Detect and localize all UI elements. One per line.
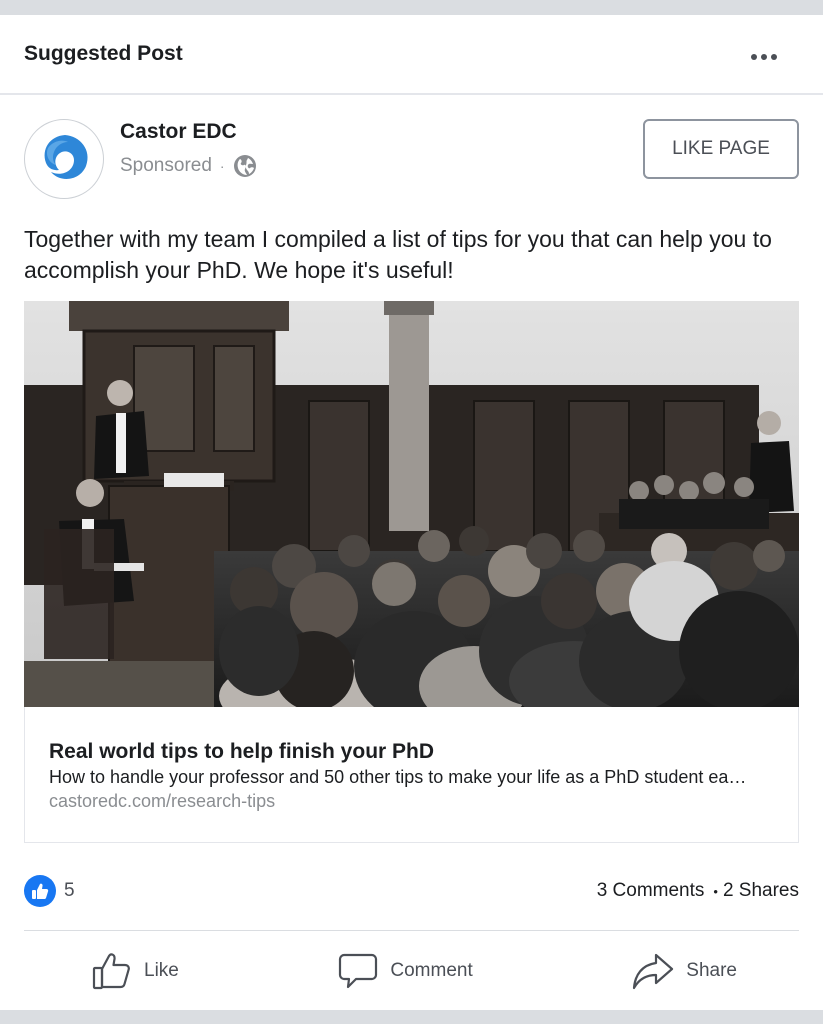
shares-count[interactable]: 2 Shares [723, 880, 799, 902]
like-label: Like [144, 960, 179, 981]
stats-bullet: • [713, 883, 718, 899]
ceremony-photo [24, 301, 799, 707]
share-icon [633, 953, 674, 990]
more-icon [749, 54, 779, 60]
header-title: Suggested Post [24, 42, 183, 65]
meta-separator: · [219, 158, 225, 174]
share-button[interactable]: Share [570, 951, 799, 991]
post-image[interactable] [24, 301, 799, 707]
comment-button[interactable]: Comment [276, 951, 534, 991]
link-url: castoredc.com/research-tips [49, 791, 276, 811]
sponsored-label[interactable]: Sponsored [120, 155, 212, 177]
link-title[interactable]: Real world tips to help finish your PhD [49, 740, 434, 764]
thumbs-up-icon [92, 953, 130, 990]
thumbs-up-icon [32, 883, 49, 899]
castor-logo-icon [44, 135, 88, 179]
share-label: Share [686, 960, 737, 981]
actions-divider [24, 930, 799, 931]
suggested-post-card: Suggested Post Castor EDC Sponsored · LI… [0, 15, 823, 1010]
post-actions: Like Comment Share [24, 945, 799, 997]
post-meta: Sponsored · [120, 153, 257, 179]
comments-count[interactable]: 3 Comments [597, 880, 705, 902]
comment-icon [339, 953, 378, 989]
link-description: How to handle your professor and 50 othe… [49, 767, 747, 787]
link-preview[interactable]: Real world tips to help finish your PhD … [24, 707, 799, 843]
engagement-stats: 5 3 Comments • 2 Shares [24, 875, 799, 907]
comment-label: Comment [390, 960, 473, 981]
more-options-button[interactable] [749, 45, 789, 69]
reaction-count[interactable]: 5 [64, 880, 75, 902]
page-name[interactable]: Castor EDC [120, 120, 237, 144]
like-button[interactable]: Like [24, 951, 241, 991]
like-reaction-badge[interactable] [24, 875, 56, 907]
page-avatar[interactable] [24, 119, 104, 199]
post-text: Together with my team I compiled a list … [24, 226, 772, 283]
like-page-button[interactable]: LIKE PAGE [643, 119, 799, 179]
globe-icon [233, 155, 256, 177]
comments-shares: 3 Comments • 2 Shares [597, 880, 799, 902]
post-header: Suggested Post [0, 15, 823, 95]
